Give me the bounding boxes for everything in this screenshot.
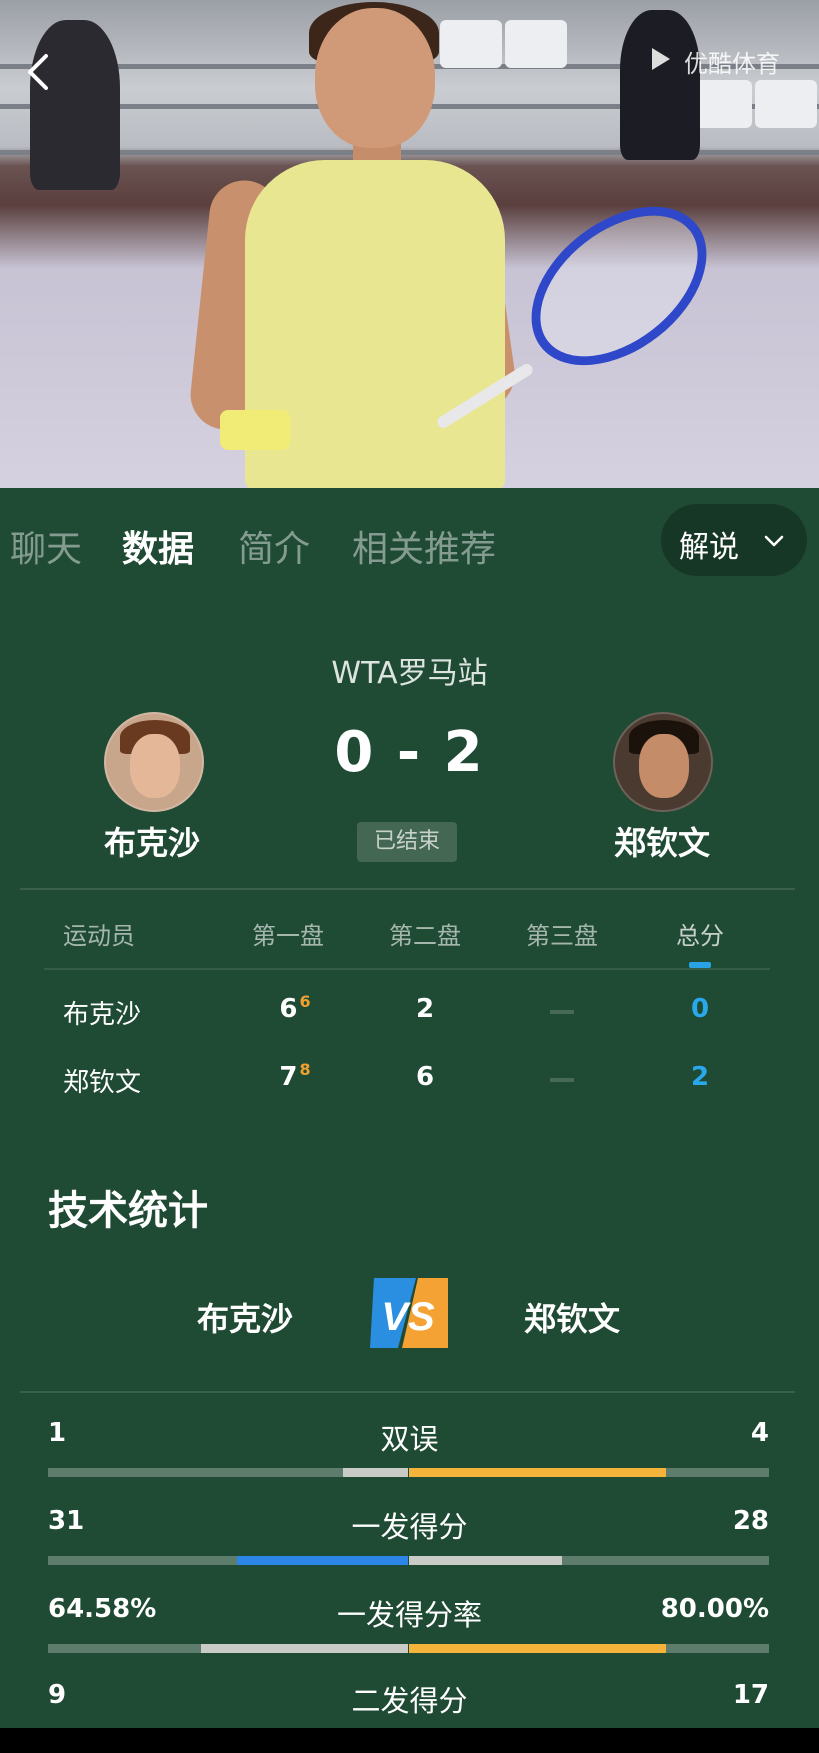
stand-seat: [755, 80, 817, 128]
set3-empty: [550, 1078, 574, 1082]
back-icon[interactable]: [18, 50, 62, 94]
row-player-name: 郑钦文: [63, 1068, 142, 1098]
set1-games: 7: [279, 1062, 298, 1092]
chevron-down-icon: [764, 535, 784, 547]
table-divider: [44, 968, 770, 970]
stat-bar-right: [409, 1468, 769, 1477]
header-set2: 第二盘: [389, 922, 461, 950]
section-title: 技术统计: [48, 1188, 208, 1234]
tiebreak-score: 6: [299, 992, 311, 1011]
vs-player-right: 郑钦文: [523, 1300, 620, 1338]
tab-bar: 聊天 数据 简介 相关推荐 解说: [0, 490, 819, 600]
stat-left-value: 9: [48, 1680, 67, 1710]
spectator: [30, 20, 120, 190]
avatar-right-player[interactable]: [613, 712, 713, 812]
stat-row: 双误 1 4: [0, 1418, 819, 1506]
stat-bar-left-fill: [201, 1644, 408, 1653]
tab-chat[interactable]: 聊天: [10, 520, 82, 572]
set1-games: 6: [279, 994, 298, 1024]
stat-bar-right: [409, 1556, 769, 1565]
stat-row: 一发得分率 64.58% 80.00%: [0, 1594, 819, 1682]
set1-score: 78: [235, 1060, 355, 1092]
event-title: WTA罗马站: [331, 656, 488, 691]
stat-bar-right-fill: [409, 1468, 667, 1477]
header-player: 运动员: [63, 922, 135, 950]
bottom-strip: [0, 1728, 819, 1753]
stat-left-value: 31: [48, 1506, 85, 1536]
divider: [20, 888, 795, 890]
set2-score: 6: [415, 1062, 435, 1092]
status-badge: 已结束: [357, 822, 457, 862]
set1-score: 66: [235, 992, 355, 1024]
commentary-label: 解说: [679, 530, 739, 565]
stat-left-value: 64.58%: [48, 1594, 157, 1624]
total-score: 0: [690, 994, 710, 1024]
set3-empty: [550, 1010, 574, 1014]
stat-bar-right: [409, 1644, 769, 1653]
set2-score: 2: [415, 994, 435, 1024]
set-score-table: 运动员 第一盘 第二盘 第三盘 总分 布克沙 66 2 0 郑钦文 78 6 2: [0, 900, 819, 1120]
stat-bar-left: [48, 1644, 408, 1653]
stat-bar-left-fill: [237, 1556, 408, 1565]
commentary-button[interactable]: 解说: [661, 504, 807, 576]
tiebreak-score: 8: [299, 1060, 311, 1079]
stat-label: 一发得分: [351, 1510, 468, 1544]
header-set3: 第三盘: [526, 922, 598, 950]
stat-right-value: 17: [732, 1680, 769, 1710]
tab-data[interactable]: 数据: [122, 520, 194, 572]
spectator: [620, 10, 700, 160]
row-player-name: 布克沙: [63, 1000, 142, 1030]
stat-right-value: 28: [732, 1506, 769, 1536]
youku-logo-icon: [652, 48, 670, 70]
watermark: 优酷体育: [684, 50, 780, 78]
player-name-left: 布克沙: [103, 824, 200, 862]
stat-bar-right-fill: [409, 1644, 667, 1653]
header-total: 总分: [676, 922, 724, 950]
vs-badge: VS: [370, 1278, 448, 1348]
video-player[interactable]: 优酷体育: [0, 0, 819, 488]
stat-bar-left: [48, 1468, 408, 1477]
header-set1: 第一盘: [252, 922, 324, 950]
stat-right-value: 4: [750, 1418, 769, 1448]
stat-bar-right-fill: [409, 1556, 562, 1565]
stat-bar-left: [48, 1556, 408, 1565]
stat-label: 二发得分: [351, 1684, 468, 1718]
divider: [20, 1391, 795, 1393]
stat-right-value: 80.00%: [660, 1594, 769, 1624]
tab-recommended[interactable]: 相关推荐: [352, 520, 496, 572]
stat-label: 双误: [380, 1422, 439, 1456]
vs-text: VS: [381, 1295, 435, 1339]
stat-bar-left-fill: [343, 1468, 408, 1477]
stat-left-value: 1: [48, 1418, 67, 1448]
player-figure: [187, 0, 525, 488]
stat-row: 一发得分 31 28: [0, 1506, 819, 1594]
total-score: 2: [690, 1062, 710, 1092]
tab-intro[interactable]: 简介: [238, 520, 310, 572]
player-name-right: 郑钦文: [613, 824, 710, 862]
racket: [501, 174, 737, 398]
vs-player-left: 布克沙: [196, 1300, 293, 1338]
app-root: 优酷体育 聊天 数据 简介 相关推荐 解说 WTA罗马站 0 - 2 布克沙 已…: [0, 0, 819, 1753]
